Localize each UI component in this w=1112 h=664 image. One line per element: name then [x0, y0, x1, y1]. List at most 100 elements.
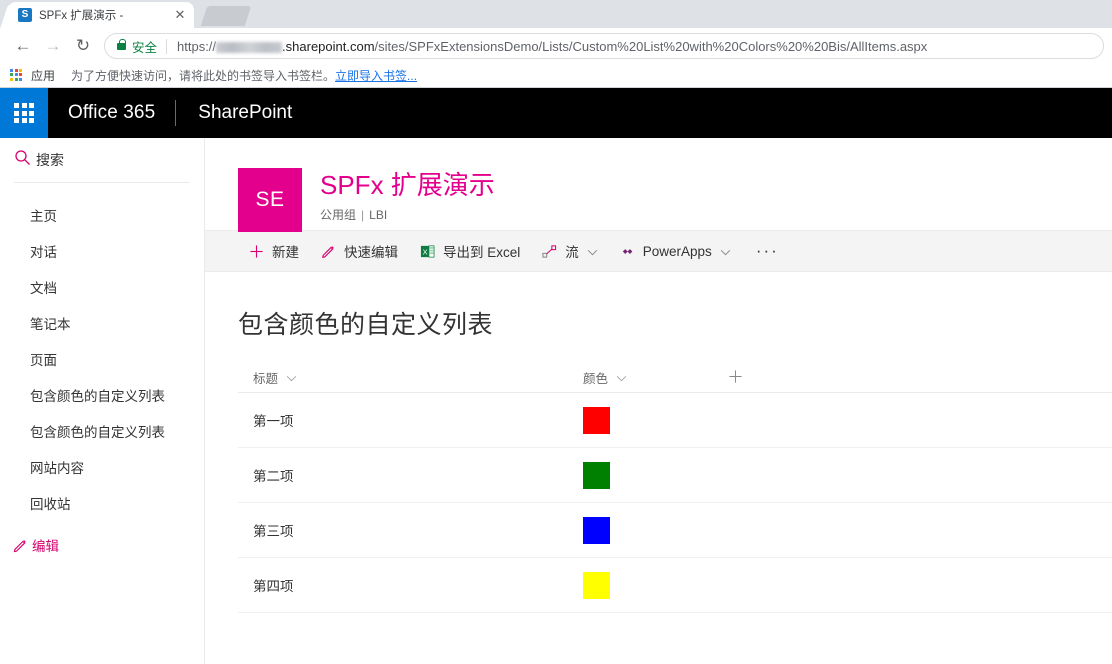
pencil-icon: [8, 538, 32, 553]
list-title: 包含颜色的自定义列表: [238, 311, 494, 339]
sidebar-edit-label: 编辑: [32, 539, 59, 554]
site-privacy: 公用组: [320, 208, 357, 222]
site-subtitle-separator: |: [361, 208, 365, 222]
back-arrow-icon[interactable]: ←: [8, 31, 38, 61]
column-header-title[interactable]: 标题: [253, 368, 583, 387]
bookmark-import-hint: 为了方便快速访问，请将此处的书签导入书签栏。: [71, 69, 336, 83]
pencil-icon: [321, 244, 336, 259]
tab-strip: S SPFx 扩展演示 - ✕: [0, 0, 1112, 30]
powerapps-label: PowerApps: [642, 243, 712, 259]
sidebar-item-label: 包含颜色的自定义列表: [30, 389, 165, 404]
sidebar-item-label: 回收站: [30, 497, 71, 512]
table-row[interactable]: 第四项: [238, 558, 1112, 613]
url-tenant-blurred: [216, 41, 283, 53]
column-header-color[interactable]: 颜色: [583, 368, 728, 387]
overflow-menu-button[interactable]: ···: [742, 230, 793, 272]
cell-title: 第一项: [253, 414, 294, 429]
apps-grid-icon[interactable]: [10, 68, 24, 83]
color-swatch: [583, 461, 610, 489]
quick-edit-button[interactable]: 快速编辑: [310, 230, 409, 272]
sidebar-item-label: 笔记本: [30, 317, 71, 332]
svg-text:X: X: [423, 247, 428, 256]
flow-button[interactable]: 流: [531, 230, 609, 272]
sidebar-edit-button[interactable]: 编辑: [0, 527, 204, 563]
chevron-down-icon: [587, 244, 598, 259]
close-icon[interactable]: ✕: [172, 7, 188, 23]
flow-label: 流: [565, 245, 579, 260]
cell-color: [583, 461, 728, 489]
column-header-color-label: 颜色: [583, 372, 609, 386]
nav-divider: [14, 182, 190, 183]
powerapps-icon: [620, 244, 635, 259]
table-row[interactable]: 第三项: [238, 503, 1112, 558]
lock-icon: [117, 38, 126, 50]
new-button-label: 新建: [272, 245, 299, 260]
url-host-suffix: .sharepoint.com: [282, 38, 375, 54]
sharepoint-app-label[interactable]: SharePoint: [176, 88, 314, 138]
forward-arrow-icon[interactable]: →: [38, 31, 68, 61]
search-icon: [14, 149, 36, 171]
sidebar-item-label: 对话: [30, 245, 57, 260]
sidebar-item-documents[interactable]: 文档: [0, 269, 204, 305]
site-header: SE SPFx 扩展演示 公用组 | LBI: [205, 138, 1112, 232]
sidebar-item-label: 页面: [30, 353, 57, 368]
site-title[interactable]: SPFx 扩展演示: [320, 170, 495, 200]
sidebar-item-home[interactable]: 主页: [0, 197, 204, 233]
sidebar-item-pages[interactable]: 页面: [0, 341, 204, 377]
color-swatch: [583, 571, 610, 599]
export-to-excel-label: 导出到 Excel: [443, 245, 521, 260]
plus-icon: [249, 244, 264, 259]
sidebar-item-recycle-bin[interactable]: 回收站: [0, 485, 204, 521]
sidebar-item-notebook[interactable]: 笔记本: [0, 305, 204, 341]
sidebar-item-label: 网站内容: [30, 461, 84, 476]
quick-edit-label: 快速编辑: [344, 245, 398, 260]
chevron-down-icon: [720, 244, 731, 259]
search-label: 搜索: [36, 152, 64, 168]
flow-icon: [542, 244, 557, 259]
search-box[interactable]: 搜索: [0, 138, 204, 182]
url-scheme: https://: [177, 38, 217, 54]
url-bar-row: ← → ↻ 安全 https:// .sharepoint.com/sites/S…: [0, 28, 1112, 64]
office365-brand[interactable]: Office 365: [48, 88, 175, 138]
cell-title: 第三项: [253, 524, 294, 539]
sidebar-item-label: 主页: [30, 209, 57, 224]
left-navigation: 搜索 主页 对话 文档 笔记本 页面 包含颜色的自定义列表 包含颜色的自定义列表…: [0, 138, 205, 664]
site-logo: SE: [238, 168, 302, 232]
add-column-button[interactable]: [728, 369, 788, 387]
site-meta: SPFx 扩展演示 公用组 | LBI: [302, 168, 495, 223]
bookmark-import-link[interactable]: 立即导入书签...: [335, 67, 417, 84]
main-content: SE SPFx 扩展演示 公用组 | LBI 新建 快速编辑 X 导出到 Exc…: [205, 138, 1112, 664]
new-button[interactable]: 新建: [238, 230, 310, 272]
bookmark-apps-label[interactable]: 应用: [31, 67, 55, 84]
plus-icon: [728, 369, 743, 387]
cell-color: [583, 571, 728, 599]
cell-color: [583, 516, 728, 544]
sidebar-item-custom-list-with-colors-2[interactable]: 包含颜色的自定义列表: [0, 413, 204, 449]
cell-title: 第四项: [253, 579, 294, 594]
waffle-icon[interactable]: [0, 88, 48, 138]
page-body: 搜索 主页 对话 文档 笔记本 页面 包含颜色的自定义列表 包含颜色的自定义列表…: [0, 138, 1112, 664]
export-to-excel-button[interactable]: X 导出到 Excel: [409, 230, 531, 272]
chevron-down-icon[interactable]: [616, 369, 627, 387]
browser-tab[interactable]: S SPFx 扩展演示 - ✕: [0, 2, 194, 30]
new-tab-button[interactable]: [200, 6, 252, 26]
table-row[interactable]: 第一项: [238, 393, 1112, 448]
powerapps-button[interactable]: PowerApps: [609, 230, 742, 272]
sidebar-item-site-contents[interactable]: 网站内容: [0, 449, 204, 485]
column-header-title-label: 标题: [253, 372, 279, 386]
list-view: 标题 颜色 第一项 第二项 第三项 第四项: [205, 363, 1112, 613]
reload-icon[interactable]: ↻: [68, 31, 98, 61]
chevron-down-icon[interactable]: [286, 369, 297, 387]
color-swatch: [583, 516, 610, 544]
address-bar[interactable]: 安全 https:// .sharepoint.com/sites/SPFxExt…: [104, 33, 1104, 59]
sidebar-item-label: 包含颜色的自定义列表: [30, 425, 165, 440]
sidebar-item-custom-list-with-colors-1[interactable]: 包含颜色的自定义列表: [0, 377, 204, 413]
security-label: 安全: [132, 40, 158, 55]
url-text: https:// .sharepoint.com/sites/SPFxExtens…: [177, 39, 927, 54]
list-header-row: 标题 颜色: [238, 363, 1112, 393]
sharepoint-favicon-icon: S: [18, 8, 32, 22]
table-row[interactable]: 第二项: [238, 448, 1112, 503]
color-swatch: [583, 406, 610, 434]
sidebar-item-conversations[interactable]: 对话: [0, 233, 204, 269]
excel-icon: X: [420, 244, 435, 259]
